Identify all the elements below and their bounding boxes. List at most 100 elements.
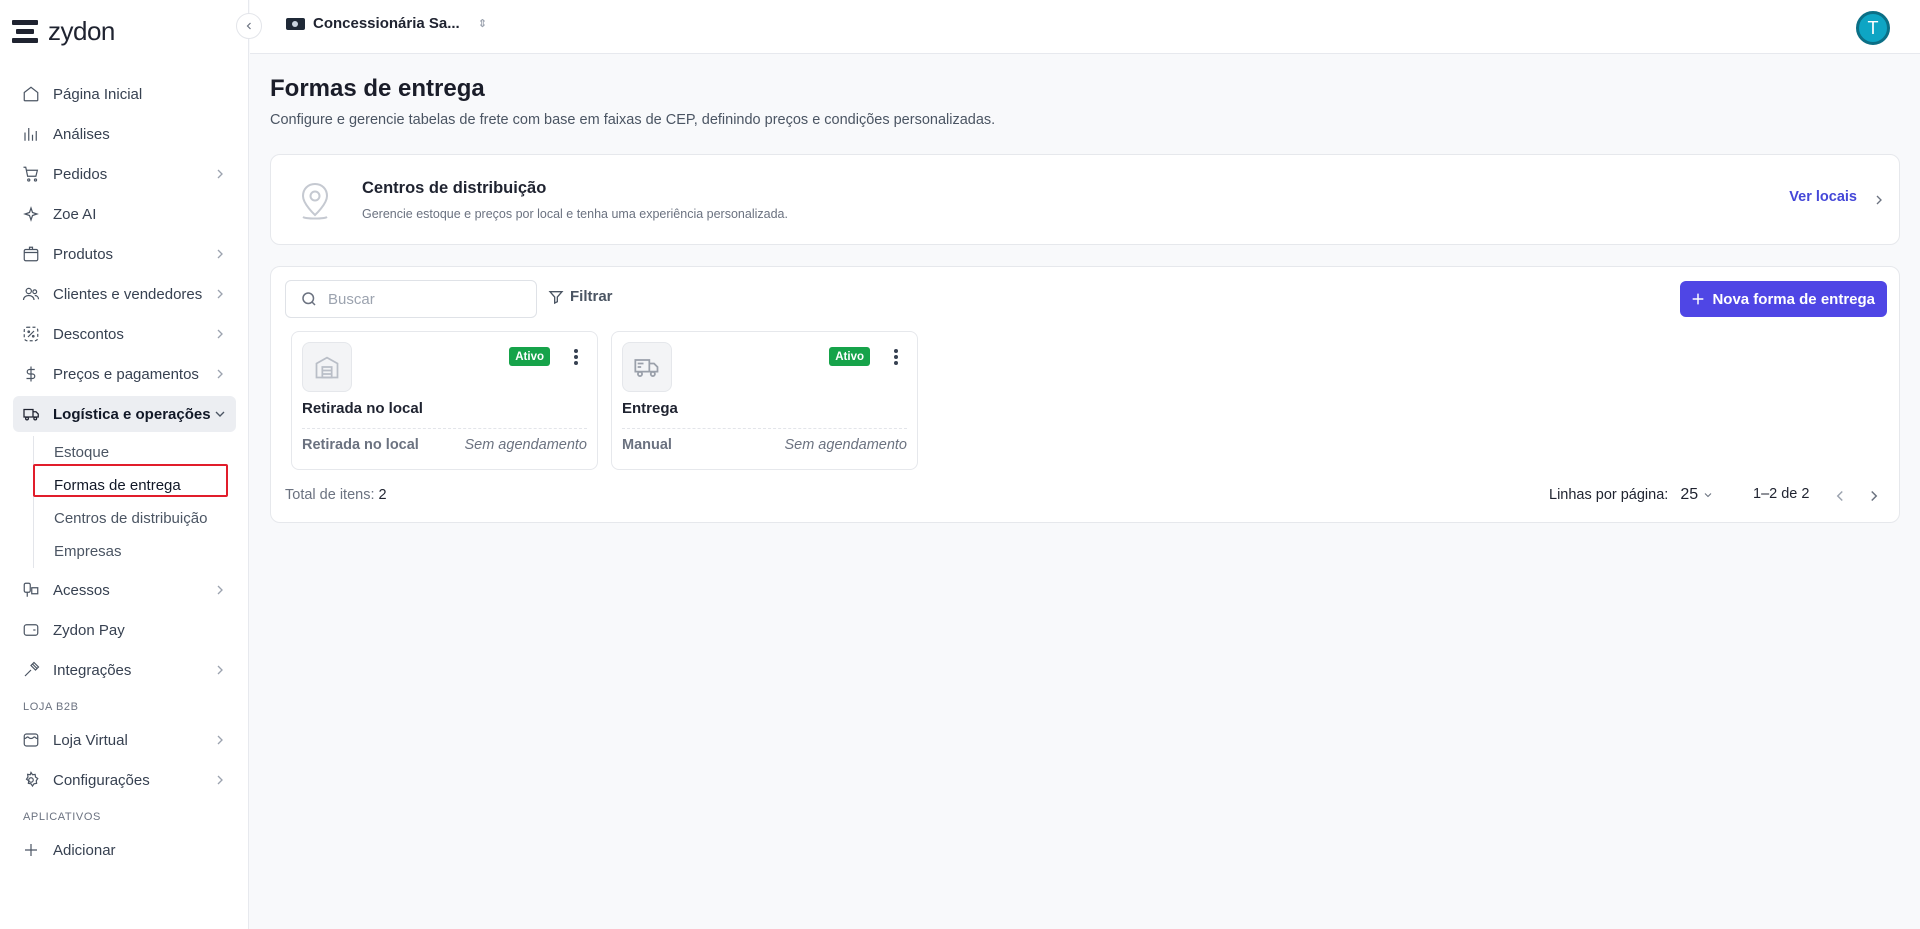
chevron-left-icon	[246, 22, 251, 30]
users-icon	[21, 284, 41, 304]
rows-per-page-select[interactable]: 25	[1680, 486, 1714, 504]
new-delivery-method-button[interactable]: Nova forma de entrega	[1680, 281, 1887, 317]
card-divider	[302, 428, 587, 429]
store-name: Concessionária Sa...	[313, 15, 460, 32]
total-items: Total de itens: 2	[285, 487, 387, 503]
sidebar-item-pedidos[interactable]: Pedidos	[13, 156, 236, 192]
chevron-down-icon	[215, 411, 225, 417]
sidebar-item-label: Clientes e vendedores	[53, 285, 203, 303]
dollar-icon	[21, 364, 41, 384]
brand-logo[interactable]: zydon	[12, 16, 115, 47]
sidebar-item-label: Adicionar	[53, 841, 116, 859]
sidebar-item-descontos[interactable]: Descontos	[13, 316, 236, 352]
chevron-updown-icon: ⇕	[477, 18, 487, 30]
distribution-centers-card[interactable]: Centros de distribuição Gerencie estoque…	[270, 154, 1900, 245]
delivery-method-name: Retirada no local	[302, 400, 423, 417]
delivery-method-scheduling: Sem agendamento	[784, 437, 907, 453]
chevron-right-icon	[217, 775, 223, 785]
submenu-item-empresas[interactable]: Empresas	[54, 535, 236, 568]
sidebar-item-configuracoes[interactable]: Configurações	[13, 762, 236, 798]
collapse-sidebar-button[interactable]	[236, 13, 262, 39]
sidebar-item-integracoes[interactable]: Integrações	[13, 652, 236, 688]
search-icon	[302, 292, 316, 306]
sidebar-item-label: Zoe AI	[53, 205, 97, 223]
sidebar-item-label: Produtos	[53, 245, 114, 263]
logistics-submenu: Estoque Formas de entrega Centros de dis…	[33, 436, 236, 568]
sidebar-item-label: Preços e pagamentos	[53, 365, 199, 383]
chart-icon	[21, 124, 41, 144]
pagination-range: 1–2 de 2	[1753, 486, 1810, 502]
chevron-right-icon	[217, 329, 223, 339]
delivery-method-card[interactable]: Ativo Retirada no local Retirada no loca…	[291, 331, 598, 470]
sidebar-item-label: Análises	[53, 125, 110, 143]
sidebar-item-label: Descontos	[53, 325, 124, 343]
section-label-aplicativos: APLICATIVOS	[23, 811, 101, 823]
gear-icon	[21, 770, 41, 790]
ver-locais-link[interactable]: Ver locais	[1789, 189, 1857, 205]
filter-button[interactable]: Filtrar	[548, 288, 613, 305]
location-pin-icon	[301, 182, 329, 220]
sidebar-item-label: Acessos	[53, 581, 110, 599]
sidebar-item-loja-virtual[interactable]: Loja Virtual	[13, 722, 236, 758]
truck-icon	[622, 342, 672, 392]
status-badge: Ativo	[829, 347, 870, 366]
sparkles-icon	[21, 204, 41, 224]
sidebar-item-pagina-inicial[interactable]: Página Inicial	[13, 76, 236, 112]
filter-label: Filtrar	[570, 288, 613, 305]
previous-page-icon[interactable]	[1831, 487, 1849, 505]
next-page-icon[interactable]	[1865, 487, 1883, 505]
chevron-right-icon	[217, 289, 223, 299]
search-field[interactable]	[285, 280, 537, 318]
chevron-right-icon	[217, 585, 223, 595]
new-button-label: Nova forma de entrega	[1712, 290, 1875, 308]
page-title: Formas de entrega	[270, 75, 485, 102]
chevron-down-icon	[1704, 493, 1712, 498]
store-switcher[interactable]: Concessionária Sa... ⇕	[286, 15, 487, 32]
chevron-right-icon	[217, 369, 223, 379]
cart-icon	[21, 164, 41, 184]
zydon-logo-icon	[12, 18, 40, 46]
more-options-icon[interactable]	[574, 349, 578, 365]
rows-per-page-label: Linhas por página:	[1549, 487, 1669, 503]
search-input[interactable]	[328, 290, 518, 308]
key-icon	[21, 580, 41, 600]
delivery-method-type: Manual	[622, 437, 672, 453]
box-icon	[21, 244, 41, 264]
submenu-item-centros-de-distribuicao[interactable]: Centros de distribuição	[54, 502, 236, 535]
plus-icon	[1693, 293, 1704, 305]
home-icon	[21, 84, 41, 104]
sidebar-item-produtos[interactable]: Produtos	[13, 236, 236, 272]
delivery-method-card[interactable]: Ativo Entrega Manual Sem agendamento	[611, 331, 918, 470]
sidebar-item-label: Configurações	[53, 771, 150, 789]
avatar[interactable]: T	[1856, 11, 1890, 45]
status-badge: Ativo	[509, 347, 550, 366]
sidebar-item-acessos[interactable]: Acessos	[13, 572, 236, 608]
store-icon	[21, 730, 41, 750]
sidebar-item-clientes[interactable]: Clientes e vendedores	[13, 276, 236, 312]
warehouse-icon	[302, 342, 352, 392]
highlight-annotation	[33, 464, 228, 497]
delivery-method-scheduling: Sem agendamento	[464, 437, 587, 453]
sidebar-item-analises[interactable]: Análises	[13, 116, 236, 152]
sidebar-item-zydon-pay[interactable]: Zydon Pay	[13, 612, 236, 648]
section-label-loja-b2b: LOJA B2B	[23, 701, 79, 713]
rows-per-page-value: 25	[1680, 486, 1699, 503]
sidebar-item-label: Integrações	[53, 661, 132, 679]
sidebar-item-label: Loja Virtual	[53, 731, 128, 749]
sidebar-item-adicionar[interactable]: Adicionar	[13, 832, 236, 868]
card-divider	[622, 428, 907, 429]
chevron-right-icon	[217, 169, 223, 179]
chevron-right-icon	[217, 735, 223, 745]
more-options-icon[interactable]	[894, 349, 898, 365]
topbar: Concessionária Sa... ⇕ T	[250, 0, 1920, 54]
sidebar-item-logistica[interactable]: Logística e operações	[13, 396, 236, 432]
page-description: Configure e gerencie tabelas de frete co…	[270, 112, 996, 128]
wallet-icon	[21, 620, 41, 640]
sidebar-item-zoe-ai[interactable]: Zoe AI	[13, 196, 236, 232]
sidebar: zydon Página Inicial Análises Pedidos Zo…	[0, 0, 249, 929]
total-items-value: 2	[378, 487, 387, 503]
total-items-label: Total de itens:	[285, 487, 375, 503]
sidebar-item-precos[interactable]: Preços e pagamentos	[13, 356, 236, 392]
chevron-right-icon	[1876, 195, 1882, 205]
rows-per-page: Linhas por página: 25	[1549, 486, 1714, 504]
